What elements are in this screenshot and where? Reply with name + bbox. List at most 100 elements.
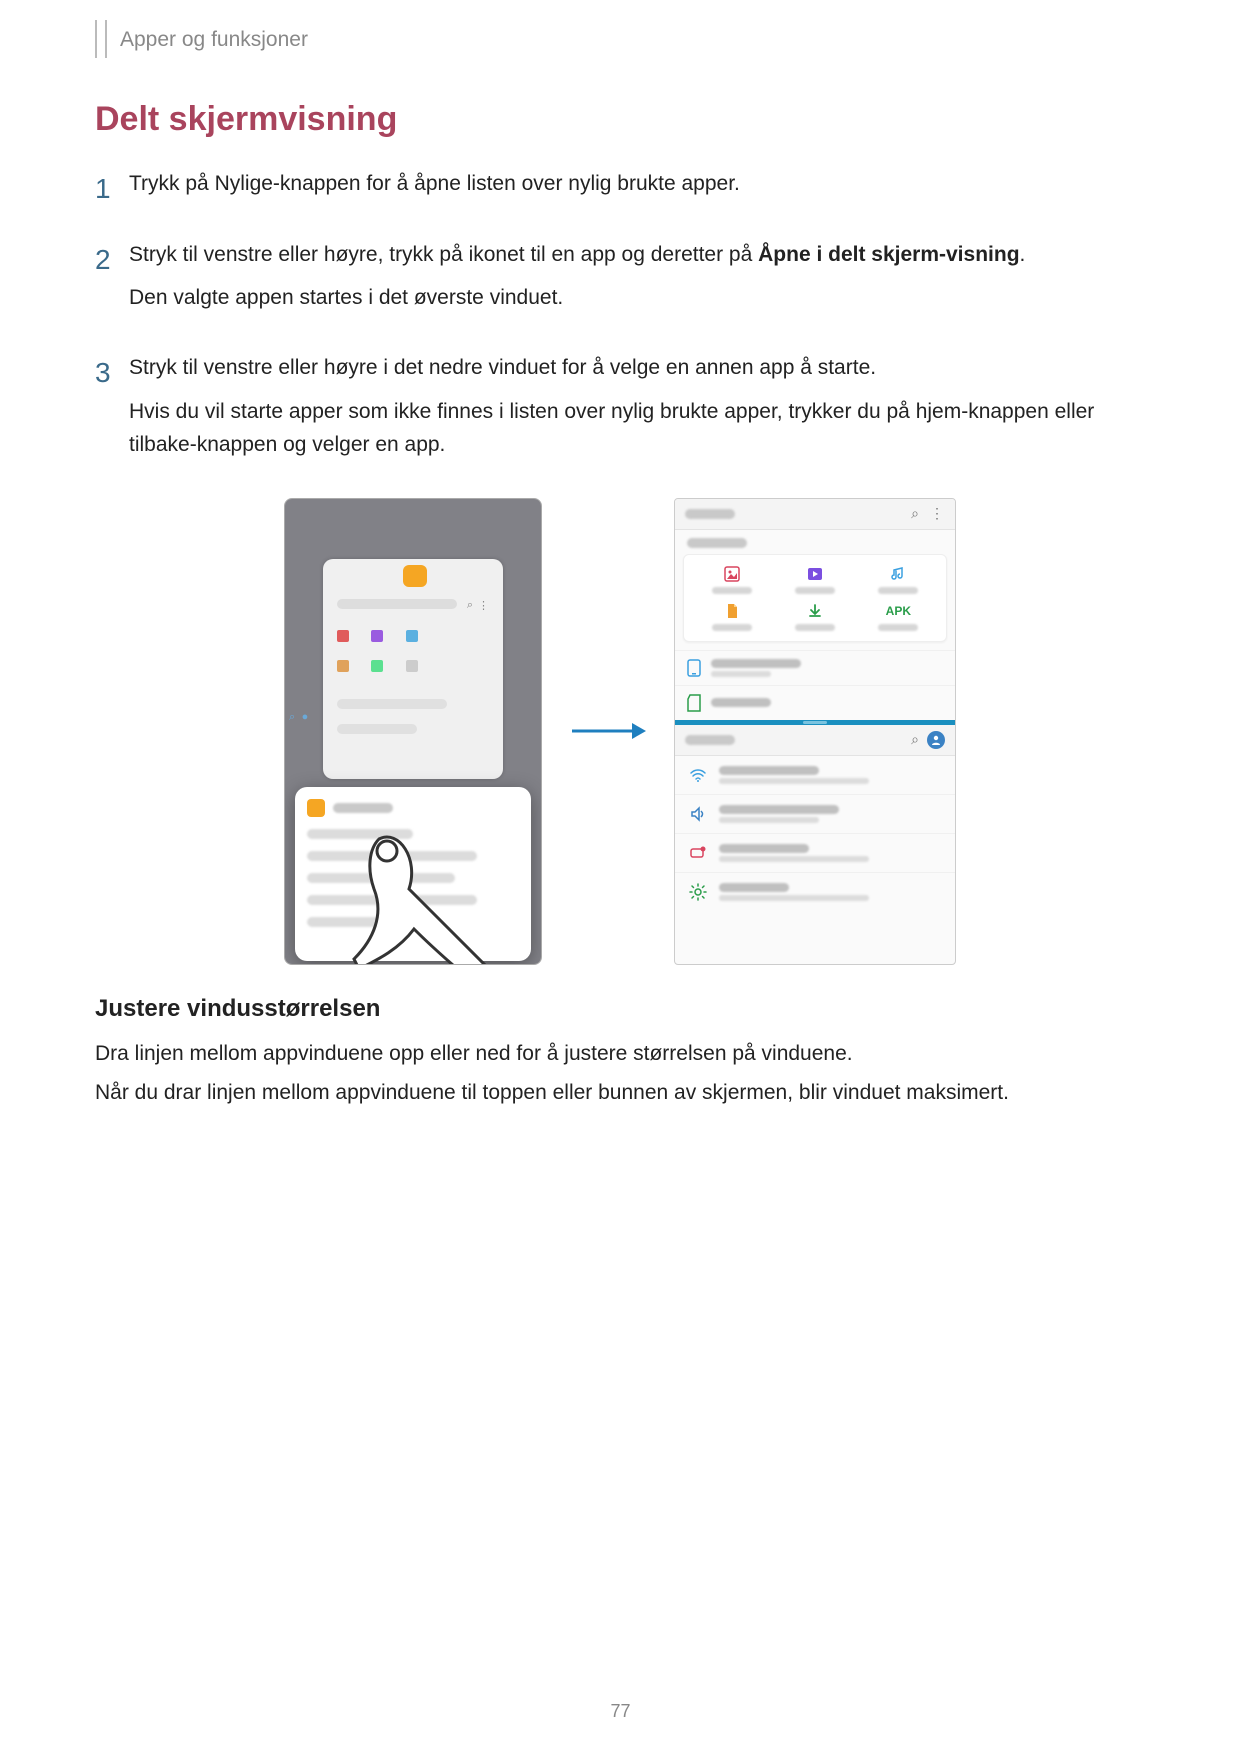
content: Delt skjermvisning 1 Trykk på Nylige-kna… — [95, 100, 1145, 1116]
split-handle-bar — [675, 720, 955, 725]
internal-storage-row — [675, 650, 955, 685]
settings-list — [675, 756, 955, 911]
blurred-title — [333, 803, 393, 813]
storage-text — [711, 659, 801, 677]
step-2-lead: Stryk til venstre eller høyre, trykk på … — [129, 243, 758, 266]
item-text — [719, 766, 869, 784]
blurred-label — [712, 624, 752, 631]
mini-icon — [337, 660, 349, 672]
search-icon: ⌕ — [289, 711, 295, 723]
blurred-title — [685, 509, 735, 519]
section-heading-resize: Justere vindusstørrelsen — [95, 995, 1145, 1023]
blurred-text — [719, 766, 819, 775]
wifi-icon — [689, 766, 707, 784]
display-icon — [689, 883, 707, 901]
document-icon — [723, 602, 741, 620]
blurred-text — [719, 856, 869, 862]
settings-topbar: ⌕ — [675, 725, 955, 756]
blurred-label — [795, 624, 835, 631]
download-icon — [806, 602, 824, 620]
blurred-label — [878, 587, 918, 594]
step-2-p2: Den valgte appen startes i det øverste v… — [129, 281, 1145, 315]
audio-icon — [889, 565, 907, 583]
menu-item — [307, 917, 434, 927]
mini-icon — [371, 660, 383, 672]
figure-area: ⌕ ⋮ ⌕ ● — [95, 498, 1145, 965]
step-number: 3 — [95, 351, 129, 396]
sd-card-icon — [687, 694, 701, 712]
context-menu-popup — [295, 787, 531, 961]
categories-grid: APK — [690, 565, 940, 631]
category-item — [690, 602, 773, 631]
menu-item — [307, 851, 477, 861]
popup-header — [307, 799, 519, 817]
phone-left-screenshot: ⌕ ⋮ ⌕ ● — [284, 498, 542, 965]
settings-item-notifications — [675, 834, 955, 873]
blurred-text — [337, 699, 447, 709]
settings-item-sounds — [675, 795, 955, 834]
step-2-p1: Stryk til venstre eller høyre, trykk på … — [129, 238, 1145, 272]
category-item: APK — [857, 602, 940, 631]
section-label — [675, 530, 955, 550]
profile-avatar-icon — [927, 731, 945, 749]
recent-app-card: ⌕ ⋮ — [323, 559, 503, 779]
step-1: 1 Trykk på Nylige-knappen for å åpne lis… — [95, 167, 1145, 212]
page: Apper og funksjoner Delt skjermvisning 1… — [0, 0, 1241, 1754]
search-icon: ⌕ — [907, 505, 923, 522]
blurred-text — [719, 895, 869, 901]
step-2-trail: . — [1020, 243, 1026, 266]
notifications-icon — [689, 844, 707, 862]
settings-item-display — [675, 873, 955, 911]
blurred-text — [719, 883, 789, 892]
search-icon: ⌕ — [467, 599, 473, 612]
mini-icon — [337, 630, 349, 642]
app-icon — [403, 565, 427, 587]
category-item — [690, 565, 773, 594]
blurred-text — [719, 805, 839, 814]
category-item — [857, 565, 940, 594]
settings-item-connections — [675, 756, 955, 795]
step-text: Stryk til venstre eller høyre, trykk på … — [129, 238, 1145, 325]
apk-icon: APK — [889, 602, 907, 620]
step-number: 2 — [95, 238, 129, 283]
user-icon: ● — [302, 711, 309, 723]
mini-icon — [406, 630, 418, 642]
item-text — [719, 844, 869, 862]
phone-storage-icon — [687, 659, 701, 677]
mini-row — [337, 659, 487, 673]
blurred-label — [795, 587, 835, 594]
category-item — [773, 602, 856, 631]
mini-icon — [406, 660, 418, 672]
breadcrumb: Apper og funksjoner — [120, 28, 308, 52]
page-title: Delt skjermvisning — [95, 100, 1145, 139]
sound-icon — [689, 805, 707, 823]
step-text: Trykk på Nylige-knappen for å åpne liste… — [129, 167, 1145, 211]
blurred-text — [687, 538, 747, 548]
search-icon: ⌕ — [911, 731, 919, 748]
step-number: 1 — [95, 167, 129, 212]
blurred-text — [337, 599, 457, 609]
blurred-title — [685, 735, 735, 745]
blurred-label — [878, 624, 918, 631]
step-1-p1: Trykk på Nylige-knappen for å åpne liste… — [129, 167, 1145, 201]
phone-right-screenshot: ⌕ ⋮ — [674, 498, 956, 965]
step-3-p2: Hvis du vil starte apper som ikke finnes… — [129, 395, 1145, 462]
resize-p1: Dra linjen mellom appvinduene opp eller … — [95, 1037, 1145, 1071]
item-text — [719, 883, 869, 901]
more-icon: ⋮ — [478, 599, 489, 612]
page-number: 77 — [610, 1701, 630, 1722]
step-2-bold: Åpne i delt skjerm-visning — [758, 243, 1019, 266]
video-icon — [806, 565, 824, 583]
blurred-text — [719, 778, 869, 784]
left-mini-icons: ⌕ ● — [289, 707, 315, 721]
blurred-text — [719, 817, 819, 823]
arrow-right-icon — [570, 719, 646, 743]
header-tab-mark — [95, 20, 107, 58]
blurred-text — [711, 671, 771, 677]
my-files-topbar: ⌕ ⋮ — [675, 499, 955, 530]
image-icon — [723, 565, 741, 583]
sd-card-row — [675, 685, 955, 720]
more-icon: ⋮ — [929, 505, 945, 522]
step-2: 2 Stryk til venstre eller høyre, trykk p… — [95, 238, 1145, 325]
menu-item — [307, 829, 413, 839]
